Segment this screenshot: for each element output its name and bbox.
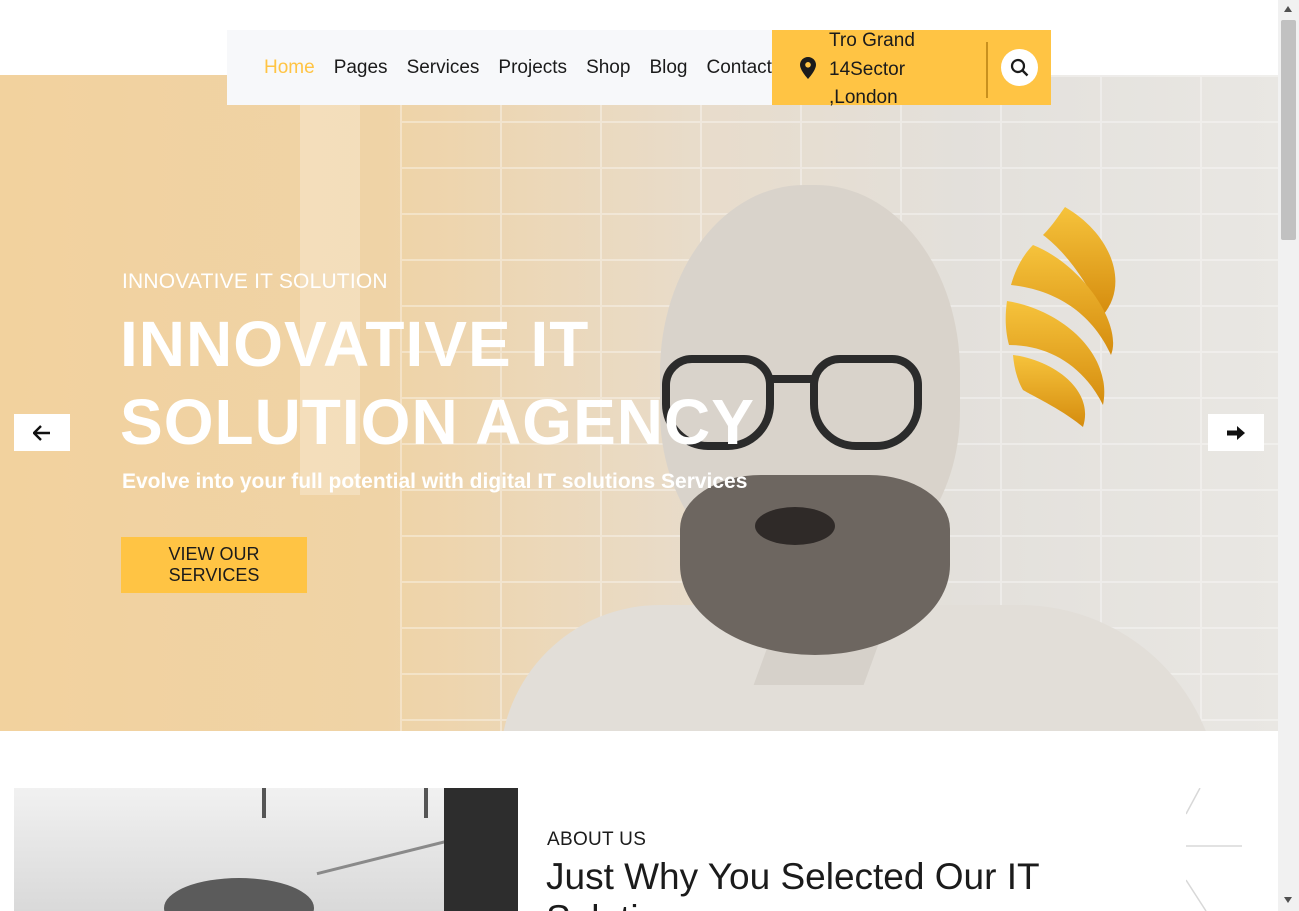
address-panel: Tro Grand 14Sector ,London — [772, 30, 1051, 108]
map-pin-icon — [800, 57, 816, 79]
hero-slider: INNOVATIVE IT SOLUTION INNOVATIVE IT SOL… — [0, 75, 1278, 731]
scroll-up-arrow-icon[interactable] — [1284, 6, 1292, 12]
about-image-frame — [444, 788, 518, 911]
main-navigation: Home Pages Services Projects Shop Blog C… — [227, 30, 773, 105]
about-image-person — [164, 878, 314, 911]
slider-next-button[interactable] — [1208, 414, 1264, 451]
hero-title-line-2: SOLUTION AGENCY — [120, 386, 755, 458]
arrow-left-icon — [33, 424, 50, 441]
hero-description: Evolve into your full potential with dig… — [122, 470, 748, 493]
hero-subtitle: INNOVATIVE IT SOLUTION — [122, 270, 388, 293]
nav-item-projects[interactable]: Projects — [498, 57, 567, 79]
nav-item-services[interactable]: Services — [407, 57, 480, 79]
address-text: Tro Grand 14Sector ,London — [829, 27, 929, 113]
about-title: Just Why You Selected Our IT Solutions — [546, 856, 1039, 911]
slider-prev-button[interactable] — [14, 414, 70, 451]
nav-item-pages[interactable]: Pages — [334, 57, 388, 79]
about-image — [14, 788, 518, 911]
swirl-logo-icon — [1005, 207, 1116, 427]
about-label: ABOUT US — [547, 829, 647, 850]
nav-item-shop[interactable]: Shop — [586, 57, 630, 79]
address-line-3: ,London — [829, 87, 898, 108]
scrollbar-thumb[interactable] — [1281, 20, 1296, 240]
about-image-detail — [424, 788, 428, 818]
search-button[interactable] — [1001, 49, 1038, 86]
nav-item-home[interactable]: Home — [264, 57, 315, 79]
address-line-2: 14Sector — [829, 58, 906, 80]
scroll-down-arrow-icon[interactable] — [1284, 897, 1292, 903]
nav-item-contact[interactable]: Contact — [706, 57, 771, 79]
hexagon-decoration-icon — [1186, 788, 1242, 911]
arrow-right-icon — [1227, 425, 1245, 440]
person-beard — [680, 475, 950, 655]
view-services-button[interactable]: VIEW OUR SERVICES — [121, 537, 307, 593]
hero-title-line-1: INNOVATIVE IT — [120, 308, 590, 380]
address-line-1: Tro Grand — [829, 30, 915, 51]
hero-title: INNOVATIVE IT SOLUTION AGENCY — [120, 305, 820, 461]
page-scrollbar[interactable] — [1278, 0, 1299, 911]
search-icon — [1010, 58, 1029, 77]
glasses-right-lens — [810, 355, 922, 450]
person-mouth — [755, 507, 835, 545]
page: INNOVATIVE IT SOLUTION INNOVATIVE IT SOL… — [0, 0, 1299, 911]
nav-item-blog[interactable]: Blog — [649, 57, 687, 79]
address-divider — [986, 42, 988, 98]
about-image-detail — [262, 788, 266, 818]
